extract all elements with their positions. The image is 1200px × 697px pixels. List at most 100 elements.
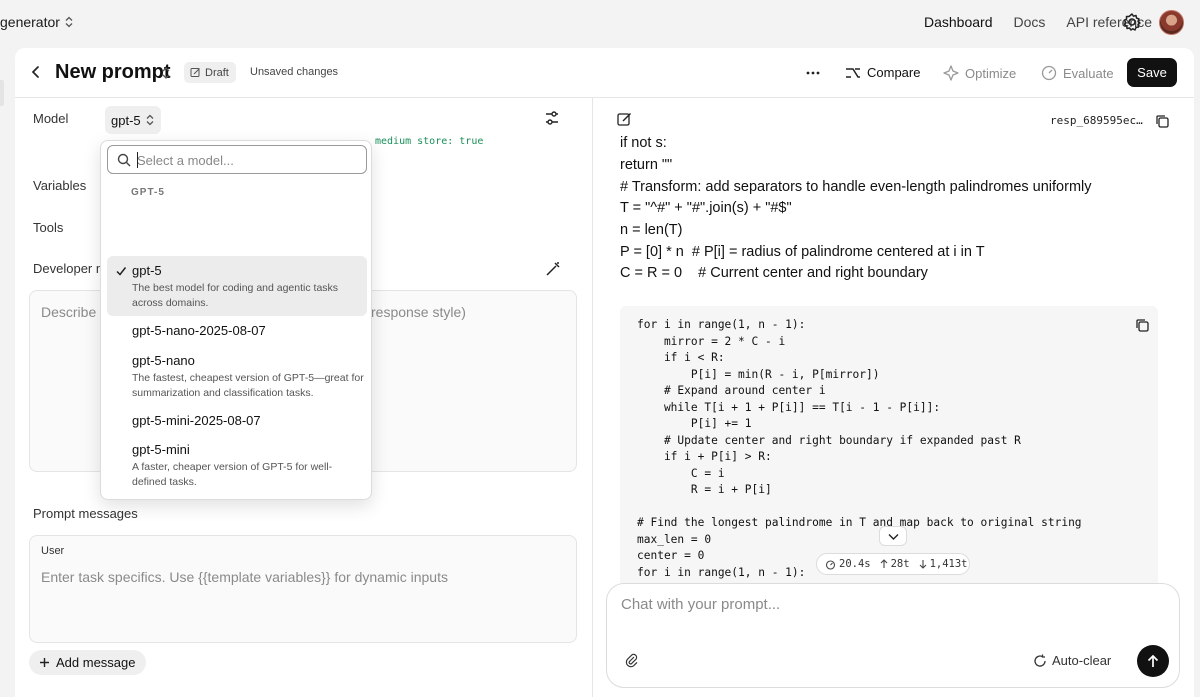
model-search[interactable]: [107, 145, 367, 174]
chevron-updown-icon[interactable]: [161, 66, 171, 80]
top-bar: generator Dashboard Docs API reference: [0, 0, 1200, 46]
model-option-gpt-5-chat-latest[interactable]: gpt-5-chat-latest: [107, 497, 367, 499]
model-option-name: gpt-5: [132, 263, 162, 278]
model-option-name: gpt-5-mini: [132, 442, 190, 457]
code-line: # Find the longest palindrome in T and m…: [637, 516, 1082, 529]
code-line: center = 0: [637, 549, 705, 562]
user-message-input[interactable]: User Enter task specifics. Use {{templat…: [29, 535, 577, 643]
settings-sliders-icon[interactable]: [544, 110, 560, 126]
draft-badge: Draft: [184, 62, 236, 83]
variables-label: Variables: [33, 178, 87, 193]
project-name: generator: [0, 14, 60, 30]
model-option-desc: The best model for coding and agentic ta…: [132, 282, 339, 309]
compare-label: Compare: [867, 65, 921, 80]
response-text-line: P = [0] * n # P[i] = radius of palindrom…: [620, 244, 985, 260]
tools-label: Tools: [33, 220, 64, 235]
developer-placeholder: Describe: [41, 304, 97, 320]
evaluate-label: Evaluate: [1063, 65, 1114, 81]
model-option-name: gpt-5-nano: [132, 353, 195, 368]
user-placeholder: Enter task specifics. Use {{template var…: [41, 569, 448, 585]
code-line: for i in range(1, n - 1):: [637, 318, 806, 331]
model-label: Model: [33, 111, 69, 126]
model-search-input[interactable]: [137, 151, 357, 169]
latency-stat: 20.4s: [825, 558, 871, 570]
model-option-gpt-5-mini-2025-08-07[interactable]: gpt-5-mini-2025-08-07: [107, 408, 367, 434]
back-arrow-icon[interactable]: [29, 65, 43, 79]
nav-dashboard[interactable]: Dashboard: [924, 14, 993, 30]
model-option-gpt-5[interactable]: gpt-5 The best model for coding and agen…: [107, 256, 367, 316]
top-nav: Dashboard Docs API reference: [924, 14, 1152, 30]
optimize-button[interactable]: Optimize: [943, 65, 1016, 81]
chevron-updown-icon: [65, 16, 73, 28]
draft-label: Draft: [205, 66, 229, 79]
evaluate-button[interactable]: Evaluate: [1041, 65, 1114, 81]
sidebar-edge: [0, 80, 4, 106]
model-option-name: gpt-5-mini-2025-08-07: [132, 413, 261, 428]
response-text-line: return "": [620, 157, 673, 173]
response-text-line: n = len(T): [620, 222, 683, 238]
response-text-line: if not s:: [620, 135, 667, 151]
sparkle-icon: [943, 65, 959, 81]
edit-icon[interactable]: [617, 112, 632, 127]
code-line: P[i] += 1: [637, 417, 752, 430]
more-options-icon[interactable]: [805, 65, 821, 81]
reasoning-effort-value: medium store: true: [375, 136, 484, 147]
model-option-gpt-5-nano-2025-08-07[interactable]: gpt-5-nano-2025-08-07: [107, 319, 367, 345]
user-role-label: User: [41, 545, 65, 557]
model-select[interactable]: gpt-5: [105, 106, 161, 134]
prompt-header: New prompt Draft Unsaved changes Compare…: [15, 48, 1194, 98]
compare-icon: [846, 67, 860, 78]
compare-button[interactable]: Compare: [845, 65, 920, 80]
gear-icon[interactable]: [1122, 12, 1142, 32]
prompt-editor-panel: New prompt Draft Unsaved changes Compare…: [15, 48, 1194, 697]
page-title[interactable]: New prompt: [55, 61, 171, 84]
latency-value: 20.4s: [839, 558, 871, 570]
user-avatar[interactable]: [1159, 10, 1184, 35]
code-line: R = i + P[i]: [637, 483, 772, 496]
magic-wand-icon[interactable]: [545, 261, 561, 277]
model-option-gpt-5-mini[interactable]: gpt-5-mini A faster, cheaper version of …: [107, 437, 367, 493]
save-button[interactable]: Save: [1127, 58, 1177, 87]
add-message-label: Add message: [56, 655, 136, 670]
response-id: resp_689595ec…: [1050, 114, 1143, 127]
chat-input[interactable]: Chat with your prompt... Auto-clear: [606, 583, 1180, 688]
model-option-desc: The fastest, cheapest version of GPT-5—g…: [132, 372, 364, 399]
plus-icon: [40, 658, 49, 667]
copy-icon[interactable]: [1155, 114, 1170, 129]
check-icon: [116, 267, 127, 276]
project-selector[interactable]: generator: [0, 14, 74, 30]
auto-clear-label: Auto-clear: [1052, 653, 1112, 668]
model-option-desc: A faster, cheaper version of GPT-5 for w…: [132, 461, 333, 488]
gauge-icon: [1041, 65, 1057, 81]
response-text-line: T = "^#" + "#".join(s) + "#$": [620, 200, 792, 216]
refresh-icon: [1034, 654, 1046, 667]
developer-placeholder-tail: response style): [371, 304, 466, 320]
code-line: if i < R:: [637, 351, 725, 364]
edit-icon: [190, 68, 200, 77]
optimize-label: Optimize: [965, 65, 1017, 81]
scroll-down-button[interactable]: [879, 526, 907, 546]
input-tokens-value: 28t: [890, 558, 910, 570]
code-line: while T[i + 1 + P[i]] == T[i - 1 - P[i]]…: [637, 400, 941, 414]
developer-message-label: Developer m: [33, 261, 107, 276]
copy-icon[interactable]: [1135, 318, 1150, 333]
response-text-line: C = R = 0 # Current center and right bou…: [620, 265, 928, 281]
add-message-button[interactable]: Add message: [29, 650, 146, 675]
nav-docs[interactable]: Docs: [1013, 14, 1045, 30]
code-line: # Expand around center i: [637, 384, 826, 397]
column-divider: [592, 98, 593, 697]
code-line: if i + P[i] > R:: [637, 450, 772, 463]
paperclip-icon[interactable]: [624, 653, 639, 668]
send-button[interactable]: [1137, 645, 1169, 677]
input-tokens-stat: 28t: [880, 558, 910, 570]
auto-clear-toggle[interactable]: Auto-clear: [1033, 653, 1111, 668]
code-line: # Update center and right boundary if ex…: [637, 433, 1021, 447]
search-icon: [117, 153, 131, 167]
arrow-up-icon: [1147, 654, 1159, 667]
text-cursor: [137, 152, 138, 168]
chat-placeholder: Chat with your prompt...: [621, 596, 781, 613]
code-line: max_len = 0: [637, 532, 712, 546]
chevron-down-icon: [888, 534, 899, 540]
model-option-gpt-5-nano[interactable]: gpt-5-nano The fastest, cheapest version…: [107, 348, 367, 406]
chevron-updown-icon: [146, 114, 154, 126]
